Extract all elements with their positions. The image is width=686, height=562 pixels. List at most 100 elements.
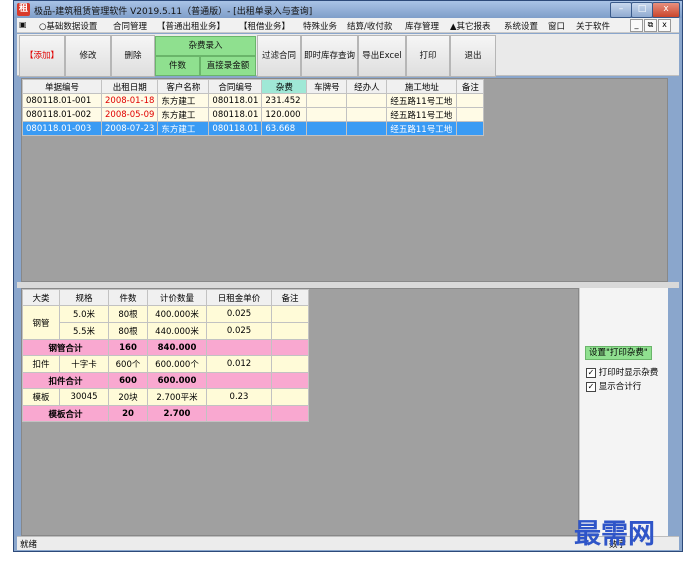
table-row[interactable]: 扣件 十字卡 600个 600.000个 0.012: [22, 355, 309, 373]
table-row[interactable]: 5.5米 80根 440.000米 0.025: [23, 322, 309, 340]
col-plate[interactable]: 车牌号: [306, 79, 348, 94]
subtotal-count: 20: [108, 405, 148, 422]
menu-basic-data[interactable]: ○基础数据设置: [39, 20, 97, 32]
maximize-button[interactable]: □: [631, 2, 653, 18]
cell-spec: 30045: [59, 388, 109, 406]
cell-misc-fee: 63.668: [261, 121, 308, 136]
menu-lending[interactable]: 【租借业务】: [239, 20, 290, 32]
cell-handler: [346, 107, 388, 122]
col-category[interactable]: 大类: [22, 289, 60, 306]
cell-rent-date: 2008-07-23: [100, 121, 159, 136]
col-order-no[interactable]: 单据编号: [22, 79, 102, 94]
export-excel-button[interactable]: 导出Excel: [358, 35, 406, 77]
mdi-close-button[interactable]: x: [658, 19, 671, 32]
detail-grid-pane[interactable]: 大类 规格 件数 计价数量 日租金单价 备注 钢管 5.0米 80根 400.0…: [21, 288, 579, 536]
status-text: 就绪: [20, 540, 38, 550]
col-detail-remark[interactable]: 备注: [271, 289, 309, 306]
subtotal-row: 扣件合计 600 600.000: [22, 372, 309, 389]
toolbar: 【添加】 修改 删除 杂费录入 件数 直接录金额 过滤合同 即时库存查询 导出E…: [17, 34, 679, 77]
col-site-address[interactable]: 施工地址: [386, 79, 458, 94]
misc-fee-entry-button[interactable]: 杂费录入: [155, 36, 256, 56]
col-priced-qty[interactable]: 计价数量: [147, 289, 207, 306]
mdi-restore-button[interactable]: ⧉: [644, 19, 657, 32]
subtotal-row: 模板合计 20 2.700: [22, 405, 309, 422]
col-remark[interactable]: 备注: [456, 79, 485, 94]
filter-contract-button[interactable]: 过滤合同: [257, 35, 301, 77]
print-misc-fee-button[interactable]: 设置"打印杂费": [585, 346, 652, 360]
mdi-doc-icon: ▣: [19, 20, 27, 29]
col-spec[interactable]: 规格: [59, 289, 109, 306]
show-totals-checkbox[interactable]: ✓: [586, 381, 596, 392]
table-row[interactable]: 模板 30045 20块 2.700平米 0.23: [22, 388, 309, 406]
menu-system-settings[interactable]: 系统设置: [504, 20, 538, 32]
orders-table: 单据编号 出租日期 客户名称 合同编号 杂费 车牌号 经办人 施工地址 备注 0…: [22, 79, 485, 136]
col-rent-date[interactable]: 出租日期: [100, 79, 159, 94]
cell-customer: 东方建工: [157, 93, 210, 108]
show-fees-checkbox[interactable]: ✓: [586, 367, 596, 378]
col-customer[interactable]: 客户名称: [157, 79, 210, 94]
table-row[interactable]: 钢管 5.0米 80根 400.000米 0.025: [22, 305, 309, 340]
item-count-button[interactable]: 件数: [155, 56, 200, 76]
cell-daily-rate: 0.012: [206, 355, 272, 373]
orders-grid-pane[interactable]: 单据编号 出租日期 客户名称 合同编号 杂费 车牌号 经办人 施工地址 备注 0…: [21, 78, 668, 282]
show-fees-option[interactable]: ✓ 打印时显示杂费: [586, 366, 658, 378]
cell-remark: [456, 93, 485, 108]
mdi-minimize-button[interactable]: _: [630, 19, 643, 32]
cell-spec: 5.5米: [59, 322, 109, 340]
print-options-panel: 设置"打印杂费" ✓ 打印时显示杂费 ✓ 显示合计行: [579, 288, 668, 536]
realtime-stock-button[interactable]: 即时库存查询: [301, 35, 358, 77]
menu-contract[interactable]: 合同管理: [113, 20, 147, 32]
cell-count: 80根: [108, 322, 148, 340]
menu-inventory[interactable]: 库存管理: [405, 20, 439, 32]
show-totals-label: 显示合计行: [598, 382, 642, 392]
table-row[interactable]: 080118.01-002 2008-05-09 东方建工 080118.01 …: [22, 107, 485, 122]
cell-contract: 080118.01: [208, 121, 263, 136]
exit-button[interactable]: 退出: [450, 35, 496, 77]
col-daily-rate[interactable]: 日租金单价: [206, 289, 272, 306]
cell-plate: [306, 107, 348, 122]
menu-normal-rental[interactable]: 【普通出租业务】: [157, 20, 225, 32]
cell-remark: [456, 121, 485, 136]
cell-site-address: 经五路11号工地: [386, 93, 458, 108]
menu-window[interactable]: 窗口: [548, 20, 565, 32]
cell-priced-qty: 440.000米: [147, 322, 207, 340]
cell-rent-date: 2008-05-09: [100, 107, 159, 122]
menu-about[interactable]: 关于软件: [576, 20, 610, 32]
edit-button[interactable]: 修改: [65, 35, 111, 77]
title-bar: 租 极品-建筑租赁管理软件 V2019.5.11（普通版）- [出租单录入与查询…: [14, 1, 682, 18]
add-button[interactable]: 【添加】: [19, 35, 65, 77]
cell-order-no: 080118.01-002: [22, 107, 102, 122]
subtotal-count: 600: [108, 372, 148, 389]
cell-spec: 5.0米: [59, 305, 109, 323]
menu-settlement[interactable]: 结算/收付款: [347, 20, 392, 32]
cell-category: 钢管: [22, 305, 60, 340]
cell-priced-qty: 2.700平米: [147, 388, 207, 406]
col-count[interactable]: 件数: [108, 289, 148, 306]
subtotal-qty: 840.000: [147, 339, 207, 356]
print-button[interactable]: 打印: [406, 35, 450, 77]
cell-count: 20块: [108, 388, 148, 406]
direct-amount-button[interactable]: 直接录金额: [200, 56, 256, 76]
subtotal-count: 160: [108, 339, 148, 356]
show-totals-option[interactable]: ✓ 显示合计行: [586, 380, 641, 392]
close-button[interactable]: x: [652, 2, 680, 18]
minimize-button[interactable]: –: [610, 2, 632, 18]
table-row-selected[interactable]: 080118.01-003 2008-07-23 东方建工 080118.01 …: [22, 121, 485, 136]
menu-other-reports[interactable]: ▲其它报表: [450, 20, 491, 32]
col-contract[interactable]: 合同编号: [208, 79, 263, 94]
menu-special[interactable]: 特殊业务: [303, 20, 337, 32]
cell-detail-remark: [271, 355, 309, 373]
cell-site-address: 经五路11号工地: [386, 107, 458, 122]
cell-daily-rate: 0.23: [206, 388, 272, 406]
cell-priced-qty: 600.000个: [147, 355, 207, 373]
app-logo-icon: 租: [17, 3, 30, 16]
cell-plate: [306, 93, 348, 108]
show-fees-label: 打印时显示杂费: [598, 368, 659, 378]
col-handler[interactable]: 经办人: [346, 79, 388, 94]
col-misc-fee[interactable]: 杂费: [261, 79, 308, 94]
table-row[interactable]: 080118.01-001 2008-01-18 东方建工 080118.01 …: [22, 93, 485, 108]
delete-button[interactable]: 删除: [111, 35, 155, 77]
cell-category: 模板: [22, 388, 60, 406]
cell-handler: [346, 93, 388, 108]
cell-misc-fee: 231.452: [261, 93, 308, 108]
